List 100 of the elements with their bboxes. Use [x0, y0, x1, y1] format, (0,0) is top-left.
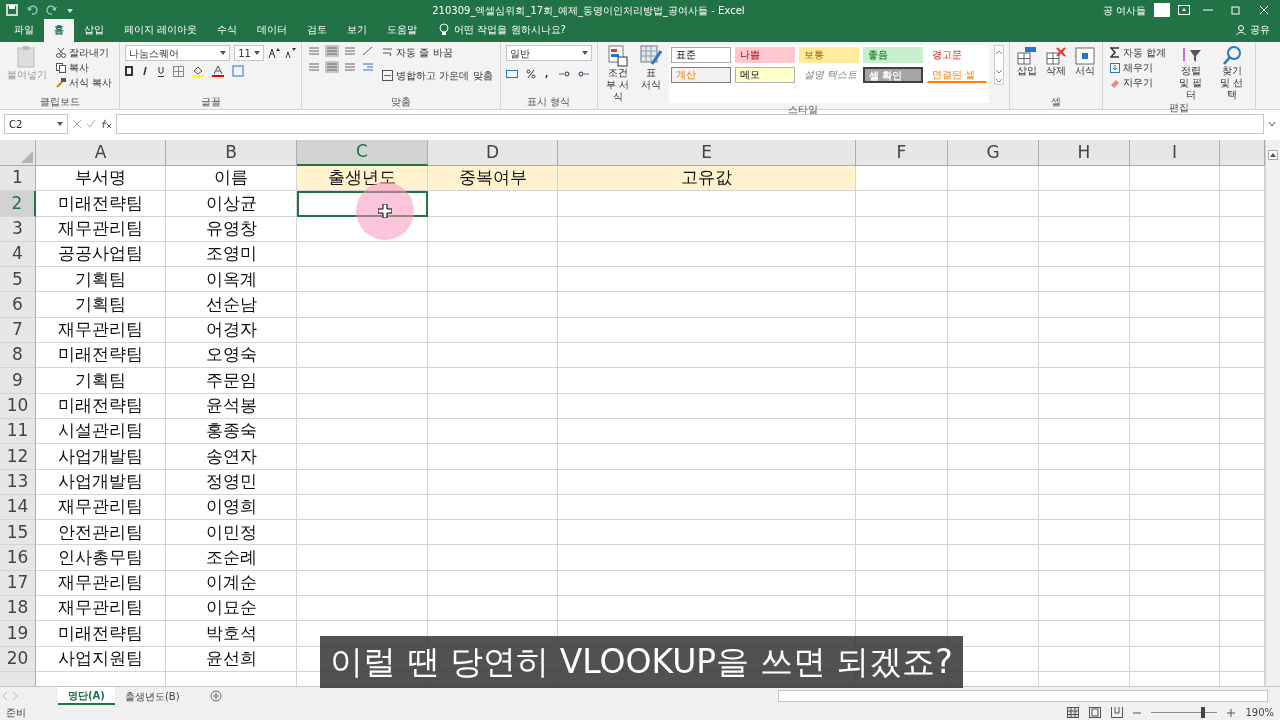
- ribbon-tab[interactable]: 삽입: [74, 19, 114, 42]
- align-middle-icon[interactable]: [325, 45, 340, 57]
- zoom-in-icon[interactable]: [1227, 708, 1236, 717]
- row-header[interactable]: 18: [0, 596, 36, 622]
- row-header[interactable]: 6: [0, 292, 36, 318]
- row-header[interactable]: 16: [0, 545, 36, 571]
- ribbon-display-icon[interactable]: [1178, 5, 1190, 15]
- ribbon-tab[interactable]: 수식: [207, 19, 248, 42]
- fill-button[interactable]: 채우기: [1107, 60, 1168, 75]
- save-icon[interactable]: [6, 4, 18, 16]
- row-header[interactable]: 1: [0, 166, 36, 192]
- row-header[interactable]: 7: [0, 317, 36, 344]
- ribbon-tab[interactable]: 검토: [297, 19, 338, 42]
- row-header[interactable]: 20: [0, 646, 36, 672]
- row-header[interactable]: 9: [0, 368, 36, 394]
- number-format-field[interactable]: 일반: [505, 45, 592, 61]
- column-header[interactable]: F: [856, 140, 948, 166]
- ribbon-tab[interactable]: 도움말: [377, 19, 428, 42]
- indent-icon[interactable]: [361, 61, 376, 73]
- align-left-icon[interactable]: [307, 61, 322, 73]
- autosum-button[interactable]: 자동 합계: [1107, 45, 1168, 60]
- cell-style-option[interactable]: 보통: [798, 47, 859, 63]
- phonetic-icon[interactable]: [232, 65, 245, 77]
- formula-input[interactable]: [116, 114, 1264, 134]
- column-header[interactable]: I: [1130, 140, 1220, 166]
- font-size-field[interactable]: 11: [234, 45, 265, 61]
- insert-cells-button[interactable]: 삽입: [1014, 45, 1039, 95]
- row-header[interactable]: 8: [0, 343, 36, 369]
- underline-icon[interactable]: [157, 65, 166, 77]
- column-header[interactable]: B: [166, 140, 297, 166]
- horizontal-scrollbar[interactable]: [778, 690, 1268, 702]
- align-right-icon[interactable]: [343, 61, 358, 73]
- conditional-format-button[interactable]: 조건부 서식: [602, 45, 633, 103]
- enter-icon[interactable]: [86, 119, 96, 129]
- expand-icon[interactable]: [1268, 121, 1276, 127]
- cell-style-option[interactable]: 메모: [734, 67, 795, 83]
- cell-style-option[interactable]: 나쁨: [734, 47, 795, 63]
- page-break-icon[interactable]: [1111, 707, 1124, 718]
- column-header[interactable]: D: [428, 140, 558, 166]
- column-header[interactable]: G: [948, 140, 1039, 166]
- font-color-icon[interactable]: [212, 65, 225, 77]
- cell-style-option[interactable]: 좋음: [862, 47, 923, 63]
- row-header[interactable]: 11: [0, 418, 36, 445]
- delete-cells-button[interactable]: 삭제: [1043, 45, 1068, 95]
- ribbon-tab[interactable]: 파일: [4, 19, 44, 42]
- row-header[interactable]: 19: [0, 621, 36, 647]
- percent-icon[interactable]: [525, 69, 536, 79]
- tell-me-field[interactable]: 어떤 작업을 원하시나요?: [454, 22, 566, 37]
- copy-button[interactable]: 복사: [54, 60, 115, 75]
- wrap-text-button[interactable]: 자동 줄 바꿈: [380, 45, 495, 60]
- insert-function-icon[interactable]: [100, 119, 112, 129]
- sort-filter-button[interactable]: 정렬 및 필터: [1172, 45, 1209, 101]
- column-header[interactable]: C: [297, 140, 428, 166]
- page-layout-icon[interactable]: [1089, 707, 1102, 718]
- sheet-tab[interactable]: 출생년도(B): [114, 687, 190, 705]
- increase-decimal-icon[interactable]: [557, 69, 570, 79]
- align-center-icon[interactable]: [325, 61, 340, 73]
- ribbon-tab[interactable]: 페이지 레이아웃: [114, 19, 208, 42]
- column-header[interactable]: E: [558, 140, 856, 166]
- add-sheet-icon[interactable]: [209, 690, 222, 702]
- shrink-font-icon[interactable]: [284, 47, 297, 59]
- cut-button[interactable]: 잘라내기: [54, 45, 115, 60]
- clear-button[interactable]: 지우기: [1107, 75, 1168, 90]
- merge-center-button[interactable]: 병합하고 가운데 맞춤: [380, 68, 495, 83]
- gallery-scroll-icon[interactable]: [993, 45, 1004, 85]
- fill-color-icon[interactable]: [192, 65, 205, 77]
- row-header[interactable]: 3: [0, 216, 36, 242]
- table-format-button[interactable]: 표 서식: [637, 45, 664, 103]
- row-header[interactable]: 13: [0, 469, 36, 495]
- align-top-icon[interactable]: [307, 45, 322, 57]
- column-header[interactable]: A: [36, 140, 166, 166]
- zoom-percent[interactable]: 190%: [1245, 705, 1274, 720]
- grow-font-icon[interactable]: [268, 47, 281, 59]
- scroll-up-icon[interactable]: [1268, 149, 1278, 160]
- undo-icon[interactable]: [26, 4, 38, 16]
- decrease-decimal-icon[interactable]: [577, 69, 590, 79]
- row-header[interactable]: 12: [0, 444, 36, 470]
- ribbon-tab[interactable]: 데이터: [247, 19, 298, 42]
- redo-icon[interactable]: [46, 4, 58, 16]
- name-box[interactable]: C2: [4, 114, 68, 134]
- sheet-tab[interactable]: 명단(A): [58, 687, 115, 705]
- share-button[interactable]: 공유: [1226, 19, 1280, 42]
- format-cells-button[interactable]: 서식: [1072, 45, 1097, 95]
- ribbon-tab[interactable]: 보기: [337, 19, 378, 42]
- find-select-button[interactable]: 찾기 및 선택: [1213, 45, 1250, 101]
- font-name-field[interactable]: 나눔스퀘어: [125, 45, 231, 61]
- bold-icon[interactable]: [125, 66, 134, 76]
- row-header[interactable]: 14: [0, 494, 36, 521]
- customize-caret-icon[interactable]: [66, 6, 74, 14]
- ribbon-tab[interactable]: 홈: [44, 19, 74, 42]
- row-header[interactable]: 5: [0, 267, 36, 293]
- italic-icon[interactable]: [141, 66, 150, 76]
- align-bottom-icon[interactable]: [343, 45, 358, 57]
- row-header[interactable]: 4: [0, 241, 36, 268]
- vertical-scrollbar[interactable]: [1265, 140, 1280, 688]
- currency-icon[interactable]: [505, 69, 518, 79]
- row-header[interactable]: 15: [0, 520, 36, 546]
- row-header[interactable]: 10: [0, 393, 36, 419]
- cancel-icon[interactable]: [72, 119, 82, 129]
- format-painter-button[interactable]: 서식 복사: [54, 75, 115, 90]
